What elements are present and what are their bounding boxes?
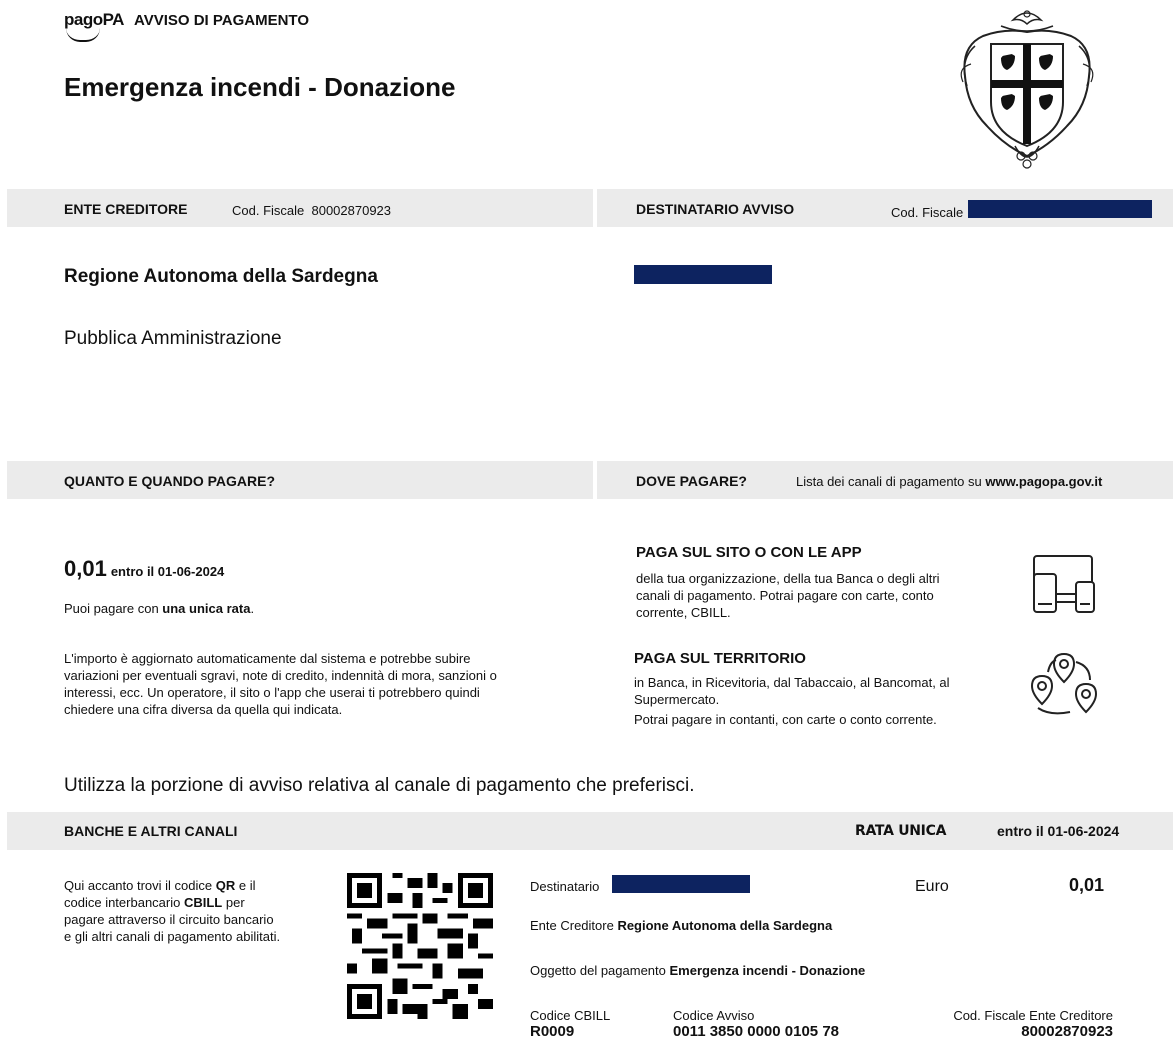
amount-info: L'importo è aggiornato automaticamente d… <box>64 651 497 717</box>
notice-code-label: Codice Avviso <box>673 1008 755 1023</box>
pagopa-link[interactable]: www.pagopa.gov.it <box>985 474 1102 489</box>
page-title: Emergenza incendi - Donazione <box>64 72 456 102</box>
devices-icon <box>1033 555 1095 613</box>
coat-of-arms-icon <box>960 10 1094 169</box>
recipient-tax-redaction <box>968 200 1152 218</box>
bank-recipient-redaction <box>612 875 750 893</box>
qr-code <box>347 873 493 1019</box>
amount-line: 0,01 entro il 01-06-2024 <box>64 556 224 582</box>
bank-creditor-line: Ente Creditore Regione Autonoma della Sa… <box>530 918 833 933</box>
payment-subject-line: Oggetto del pagamento Emergenza incendi … <box>530 963 866 978</box>
creditor-heading: ENTE CREDITORE <box>64 201 188 217</box>
notice-code: 0011 3850 0000 0105 78 <box>673 1023 840 1040</box>
cbill-code: R0009 <box>530 1023 575 1040</box>
bank-heading: BANCHE E ALTRI CANALI <box>64 823 238 839</box>
recipient-label: Destinatario <box>530 879 600 894</box>
pagopa-logo: pagoPA <box>64 10 124 42</box>
amount-heading: QUANTO E QUANDO PAGARE? <box>64 473 276 489</box>
recipient-name-redaction <box>634 265 772 284</box>
channels-list-text: Lista dei canali di pagamento su www.pag… <box>796 474 1103 489</box>
installment-label: RATA UNICA <box>855 823 947 839</box>
creditor-name: Regione Autonoma della Sardegna <box>64 266 378 287</box>
brand-header: pagoPA AVVISO DI PAGAMENTO <box>64 10 309 42</box>
creditor-tax-label: Cod. Fiscale Ente Creditore <box>953 1008 1113 1023</box>
notice-type: AVVISO DI PAGAMENTO <box>133 11 309 29</box>
qr-description: Qui accanto trovi il codice QR e il codi… <box>64 878 281 944</box>
amount-value: 0,01 <box>64 556 107 581</box>
cbill-label: Codice CBILL <box>530 1008 611 1023</box>
territory-channel-desc-2: Potrai pagare in contanti, con carte o c… <box>634 712 937 727</box>
bank-due-date: entro il 01-06-2024 <box>997 823 1120 839</box>
creditor-tax-code: Cod. Fiscale 80002870923 <box>232 203 392 218</box>
online-channel-title: PAGA SUL SITO O CON LE APP <box>636 544 862 561</box>
recipient-tax-label: Cod. Fiscale <box>891 205 964 220</box>
creditor-type: Pubblica Amministrazione <box>64 328 282 349</box>
amount-due-date: entro il 01-06-2024 <box>110 564 225 579</box>
installment-text: Puoi pagare con una unica rata. <box>64 601 255 616</box>
online-channel-desc: della tua organizzazione, della tua Banc… <box>636 571 940 620</box>
map-pins-icon <box>1030 652 1098 715</box>
bank-creditor-tax-code: 80002870923 <box>1021 1023 1113 1040</box>
recipient-heading: DESTINATARIO AVVISO <box>636 201 795 217</box>
currency-label: Euro <box>915 878 949 895</box>
where-heading: DOVE PAGARE? <box>636 473 747 489</box>
bank-amount: 0,01 <box>1069 875 1105 895</box>
portion-note: Utilizza la porzione di avviso relativa … <box>64 775 695 796</box>
territory-channel-desc: in Banca, in Ricevitoria, dal Tabaccaio,… <box>634 675 950 707</box>
logo-arc <box>66 28 100 42</box>
territory-channel-title: PAGA SUL TERRITORIO <box>634 650 806 667</box>
